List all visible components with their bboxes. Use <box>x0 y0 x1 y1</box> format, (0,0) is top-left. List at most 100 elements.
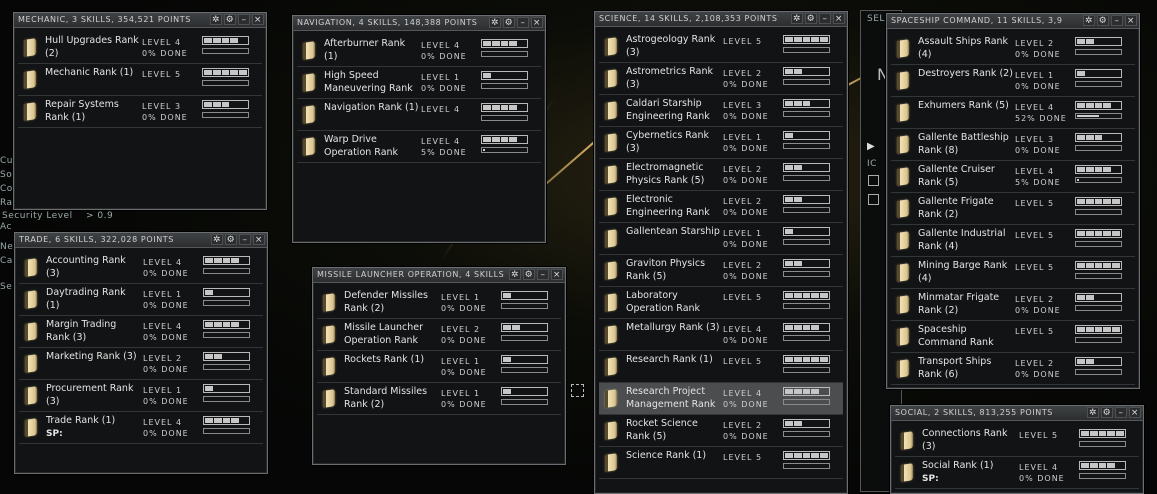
pin-icon[interactable]: ✲ <box>509 269 521 280</box>
skill-row[interactable]: Gallente Frigate Rank (2) LEVEL 5 <box>891 193 1135 225</box>
skill-row[interactable]: Minmatar Frigate Rank (2) LEVEL 2 0% DONE <box>891 289 1135 321</box>
skill-row[interactable]: Trade Rank (1) LEVEL 4 0% DONE SP: <box>19 412 263 444</box>
skill-row[interactable]: Rockets Rank (1) LEVEL 1 0% DONE <box>317 351 561 383</box>
close-icon[interactable]: × <box>551 269 563 280</box>
skill-row[interactable]: Defender Missiles Rank (2) LEVEL 1 0% DONE <box>317 287 561 319</box>
close-icon[interactable]: × <box>253 234 265 245</box>
skill-row[interactable]: Metallurgy Rank (3) LEVEL 4 0% DONE <box>599 319 843 351</box>
skill-row[interactable]: Exhumers Rank (5) LEVEL 4 52% DONE <box>891 97 1135 129</box>
skill-row[interactable]: Destroyers Rank (2) LEVEL 1 0% DONE <box>891 65 1135 97</box>
skill-row[interactable]: Afterburner Rank (1) LEVEL 4 0% DONE <box>297 35 541 67</box>
skill-progress-bar <box>481 83 528 89</box>
fullscreen-icon[interactable] <box>571 384 584 397</box>
options-icon[interactable]: ⚙ <box>523 269 535 280</box>
skill-row[interactable]: Missile Launcher Operation Rank LEVEL 2 0%… <box>317 319 561 351</box>
skill-row[interactable]: Graviton Physics Rank (5) LEVEL 2 0% DONE <box>599 255 843 287</box>
skill-row[interactable]: Transport Ships Rank (6) LEVEL 2 0% DONE <box>891 353 1135 385</box>
skill-row[interactable]: Science Rank (1) LEVEL 5 <box>599 447 843 479</box>
skill-row[interactable]: Rocket Science Rank (5) LEVEL 2 0% DONE <box>599 415 843 447</box>
window-titlebar[interactable]: TRADE, 6 SKILLS, 322,028 POINTS ✲ ⚙ – × <box>15 233 267 248</box>
skill-row[interactable]: Standard Missiles Rank (2) LEVEL 1 0% DONE <box>317 383 561 415</box>
skill-row[interactable]: Caldari Starship Engineering Rank LEVEL 3… <box>599 95 843 127</box>
skill-row[interactable]: Connections Rank (3) LEVEL 5 <box>895 425 1139 457</box>
skill-row[interactable]: Hull Upgrades Rank (2) LEVEL 4 0% DONE <box>18 32 262 64</box>
navigation-skills-window[interactable]: NAVIGATION, 4 SKILLS, 148,388 POINTS ✲ ⚙ – ×… <box>292 15 546 243</box>
pin-icon[interactable]: ✲ <box>210 14 222 25</box>
skill-row[interactable]: Gallente Cruiser Rank (5) LEVEL 4 5% DONE <box>891 161 1135 193</box>
skill-row[interactable]: Research Project Management Rank LEVEL 4 0… <box>599 383 843 415</box>
close-icon[interactable]: × <box>1125 15 1137 26</box>
minimize-icon[interactable]: – <box>1111 15 1123 26</box>
skill-row[interactable]: Mechanic Rank (1) LEVEL 5 <box>18 64 262 96</box>
skill-row[interactable]: Electronic Engineering Rank LEVEL 2 0% DON… <box>599 191 843 223</box>
skill-name: Cybernetics Rank (3) <box>626 130 710 154</box>
skill-level-indicator <box>783 195 830 204</box>
window-titlebar[interactable]: MISSILE LAUNCHER OPERATION, 4 SKILLS ✲ ⚙ – × <box>313 268 565 283</box>
missile-launcher-skills-window[interactable]: MISSILE LAUNCHER OPERATION, 4 SKILLS ✲ ⚙ – ×… <box>312 267 566 465</box>
skill-row[interactable]: Repair Systems Rank (1) LEVEL 3 0% DONE <box>18 96 262 128</box>
skill-row[interactable]: Gallente Industrial Rank (4) LEVEL 5 <box>891 225 1135 257</box>
pin-icon[interactable]: ✲ <box>1087 407 1099 418</box>
skill-row[interactable]: Mining Barge Rank (4) LEVEL 5 <box>891 257 1135 289</box>
minimize-icon[interactable]: – <box>819 13 831 24</box>
close-icon[interactable]: × <box>1129 407 1141 418</box>
level-pip <box>785 165 793 170</box>
spaceship-command-skills-window[interactable]: SPACESHIP COMMAND, 11 SKILLS, 3,9 ✲ ⚙ – × Ass… <box>886 13 1140 389</box>
skill-row[interactable]: Assault Ships Rank (4) LEVEL 2 0% DONE <box>891 33 1135 65</box>
expand-icon[interactable] <box>868 175 879 186</box>
skill-row[interactable]: Astrometrics Rank (3) LEVEL 2 0% DONE <box>599 63 843 95</box>
options-icon[interactable]: ⚙ <box>503 17 515 28</box>
skill-progress-text: 52% DONE <box>1015 114 1067 123</box>
minimize-icon[interactable]: – <box>537 269 549 280</box>
play-icon[interactable]: ▶ <box>867 141 875 152</box>
pin-icon[interactable]: ✲ <box>211 234 223 245</box>
expand-icon[interactable] <box>868 194 879 205</box>
social-skills-window[interactable]: SOCIAL, 2 SKILLS, 813,255 POINTS ✲ ⚙ – × Conn… <box>890 405 1144 494</box>
skill-progress-text: 0% DONE <box>142 49 188 58</box>
window-titlebar[interactable]: SCIENCE, 14 SKILLS, 2,108,353 POINTS ✲ ⚙ – × <box>595 12 847 27</box>
window-titlebar[interactable]: SPACESHIP COMMAND, 11 SKILLS, 3,9 ✲ ⚙ – × <box>887 14 1139 29</box>
skill-row[interactable]: Margin Trading Rank (3) LEVEL 4 0% DONE <box>19 316 263 348</box>
trade-skills-window[interactable]: TRADE, 6 SKILLS, 322,028 POINTS ✲ ⚙ – × Accou… <box>14 232 268 474</box>
skill-row[interactable]: Spaceship Command Rank LEVEL 5 <box>891 321 1135 353</box>
window-titlebar[interactable]: SOCIAL, 2 SKILLS, 813,255 POINTS ✲ ⚙ – × <box>891 406 1143 421</box>
minimize-icon[interactable]: – <box>1115 407 1127 418</box>
skill-row[interactable]: Gallente Battleship Rank (8) LEVEL 3 0% DO… <box>891 129 1135 161</box>
pin-icon[interactable]: ✲ <box>1083 15 1095 26</box>
skill-row[interactable]: Social Rank (1) LEVEL 4 0% DONE SP: <box>895 457 1139 489</box>
skill-row[interactable]: Cybernetics Rank (3) LEVEL 1 0% DONE <box>599 127 843 159</box>
skill-row[interactable]: Procurement Rank (3) LEVEL 1 0% DONE <box>19 380 263 412</box>
minimize-icon[interactable]: – <box>517 17 529 28</box>
window-titlebar[interactable]: NAVIGATION, 4 SKILLS, 148,388 POINTS ✲ ⚙ – × <box>293 16 545 31</box>
skill-row[interactable]: Warp Drive Operation Rank LEVEL 4 5% DONE <box>297 131 541 163</box>
skill-row[interactable]: Electromagnetic Physics Rank (5) LEVEL 2 0… <box>599 159 843 191</box>
skillbook-icon <box>605 197 617 216</box>
options-icon[interactable]: ⚙ <box>225 234 237 245</box>
side-label: Ac <box>0 222 12 232</box>
level-pip <box>518 105 526 110</box>
skill-row[interactable]: Marketing Rank (3) LEVEL 2 0% DONE <box>19 348 263 380</box>
close-icon[interactable]: × <box>833 13 845 24</box>
skill-row[interactable]: Accounting Rank (3) LEVEL 4 0% DONE <box>19 252 263 284</box>
pin-icon[interactable]: ✲ <box>791 13 803 24</box>
close-icon[interactable]: × <box>252 14 264 25</box>
mechanic-skills-window[interactable]: MECHANIC, 3 SKILLS, 354,521 POINTS ✲ ⚙ – × Hu… <box>13 12 267 210</box>
skill-row[interactable]: High Speed Maneuvering Rank LEVEL 1 0% DON… <box>297 67 541 99</box>
skill-row[interactable]: Gallentean Starship LEVEL 1 0% DONE <box>599 223 843 255</box>
pin-icon[interactable]: ✲ <box>489 17 501 28</box>
window-titlebar[interactable]: MECHANIC, 3 SKILLS, 354,521 POINTS ✲ ⚙ – × <box>14 13 266 28</box>
options-icon[interactable]: ⚙ <box>1101 407 1113 418</box>
level-pip <box>793 421 802 426</box>
minimize-icon[interactable]: – <box>238 14 250 25</box>
skill-row[interactable]: Navigation Rank (1) LEVEL 4 <box>297 99 541 131</box>
close-icon[interactable]: × <box>531 17 543 28</box>
skill-row[interactable]: Astrogeology Rank (3) LEVEL 5 <box>599 31 843 63</box>
science-skills-window[interactable]: SCIENCE, 14 SKILLS, 2,108,353 POINTS ✲ ⚙ – ×… <box>594 11 848 494</box>
skill-row[interactable]: Research Rank (1) LEVEL 5 <box>599 351 843 383</box>
skill-row[interactable]: Daytrading Rank (1) LEVEL 1 0% DONE <box>19 284 263 316</box>
skill-row[interactable]: Laboratory Operation Rank LEVEL 5 <box>599 287 843 319</box>
minimize-icon[interactable]: – <box>239 234 251 245</box>
options-icon[interactable]: ⚙ <box>805 13 817 24</box>
options-icon[interactable]: ⚙ <box>1097 15 1109 26</box>
options-icon[interactable]: ⚙ <box>224 14 236 25</box>
